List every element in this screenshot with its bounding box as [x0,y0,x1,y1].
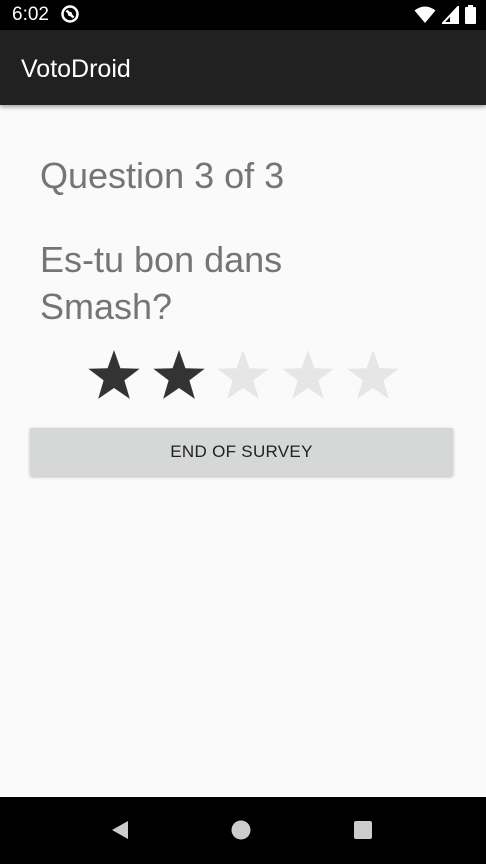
recents-icon[interactable] [350,817,376,843]
app-title: VotoDroid [21,55,131,83]
end-survey-button[interactable]: END OF SURVEY [30,428,453,476]
star-icon-2[interactable] [147,347,212,405]
status-bar: 6:02 [0,0,486,30]
star-icon-1[interactable] [82,347,147,405]
screen: 6:02 VotoDroid Question 3 of 3 Es-tu bon… [0,0,486,864]
question-text: Es-tu bon dans Smash? [40,239,283,327]
navigation-bar [0,797,486,864]
cell-signal-icon [440,3,459,29]
star-icon-5[interactable] [340,347,405,405]
status-icons [414,3,476,29]
status-time: 6:02 [12,4,49,25]
app-bar: VotoDroid [0,30,486,105]
star-rating-bar[interactable] [82,347,405,405]
wifi-icon [414,6,436,29]
home-icon[interactable] [228,817,254,843]
question-progress: Question 3 of 3 [40,155,285,196]
battery-icon [465,5,476,29]
star-icon-4[interactable] [276,347,341,405]
app-notification-icon [60,4,80,24]
back-icon[interactable] [107,817,133,843]
survey-content: Question 3 of 3 Es-tu bon dans Smash? EN… [0,105,486,797]
star-icon-3[interactable] [211,347,276,405]
